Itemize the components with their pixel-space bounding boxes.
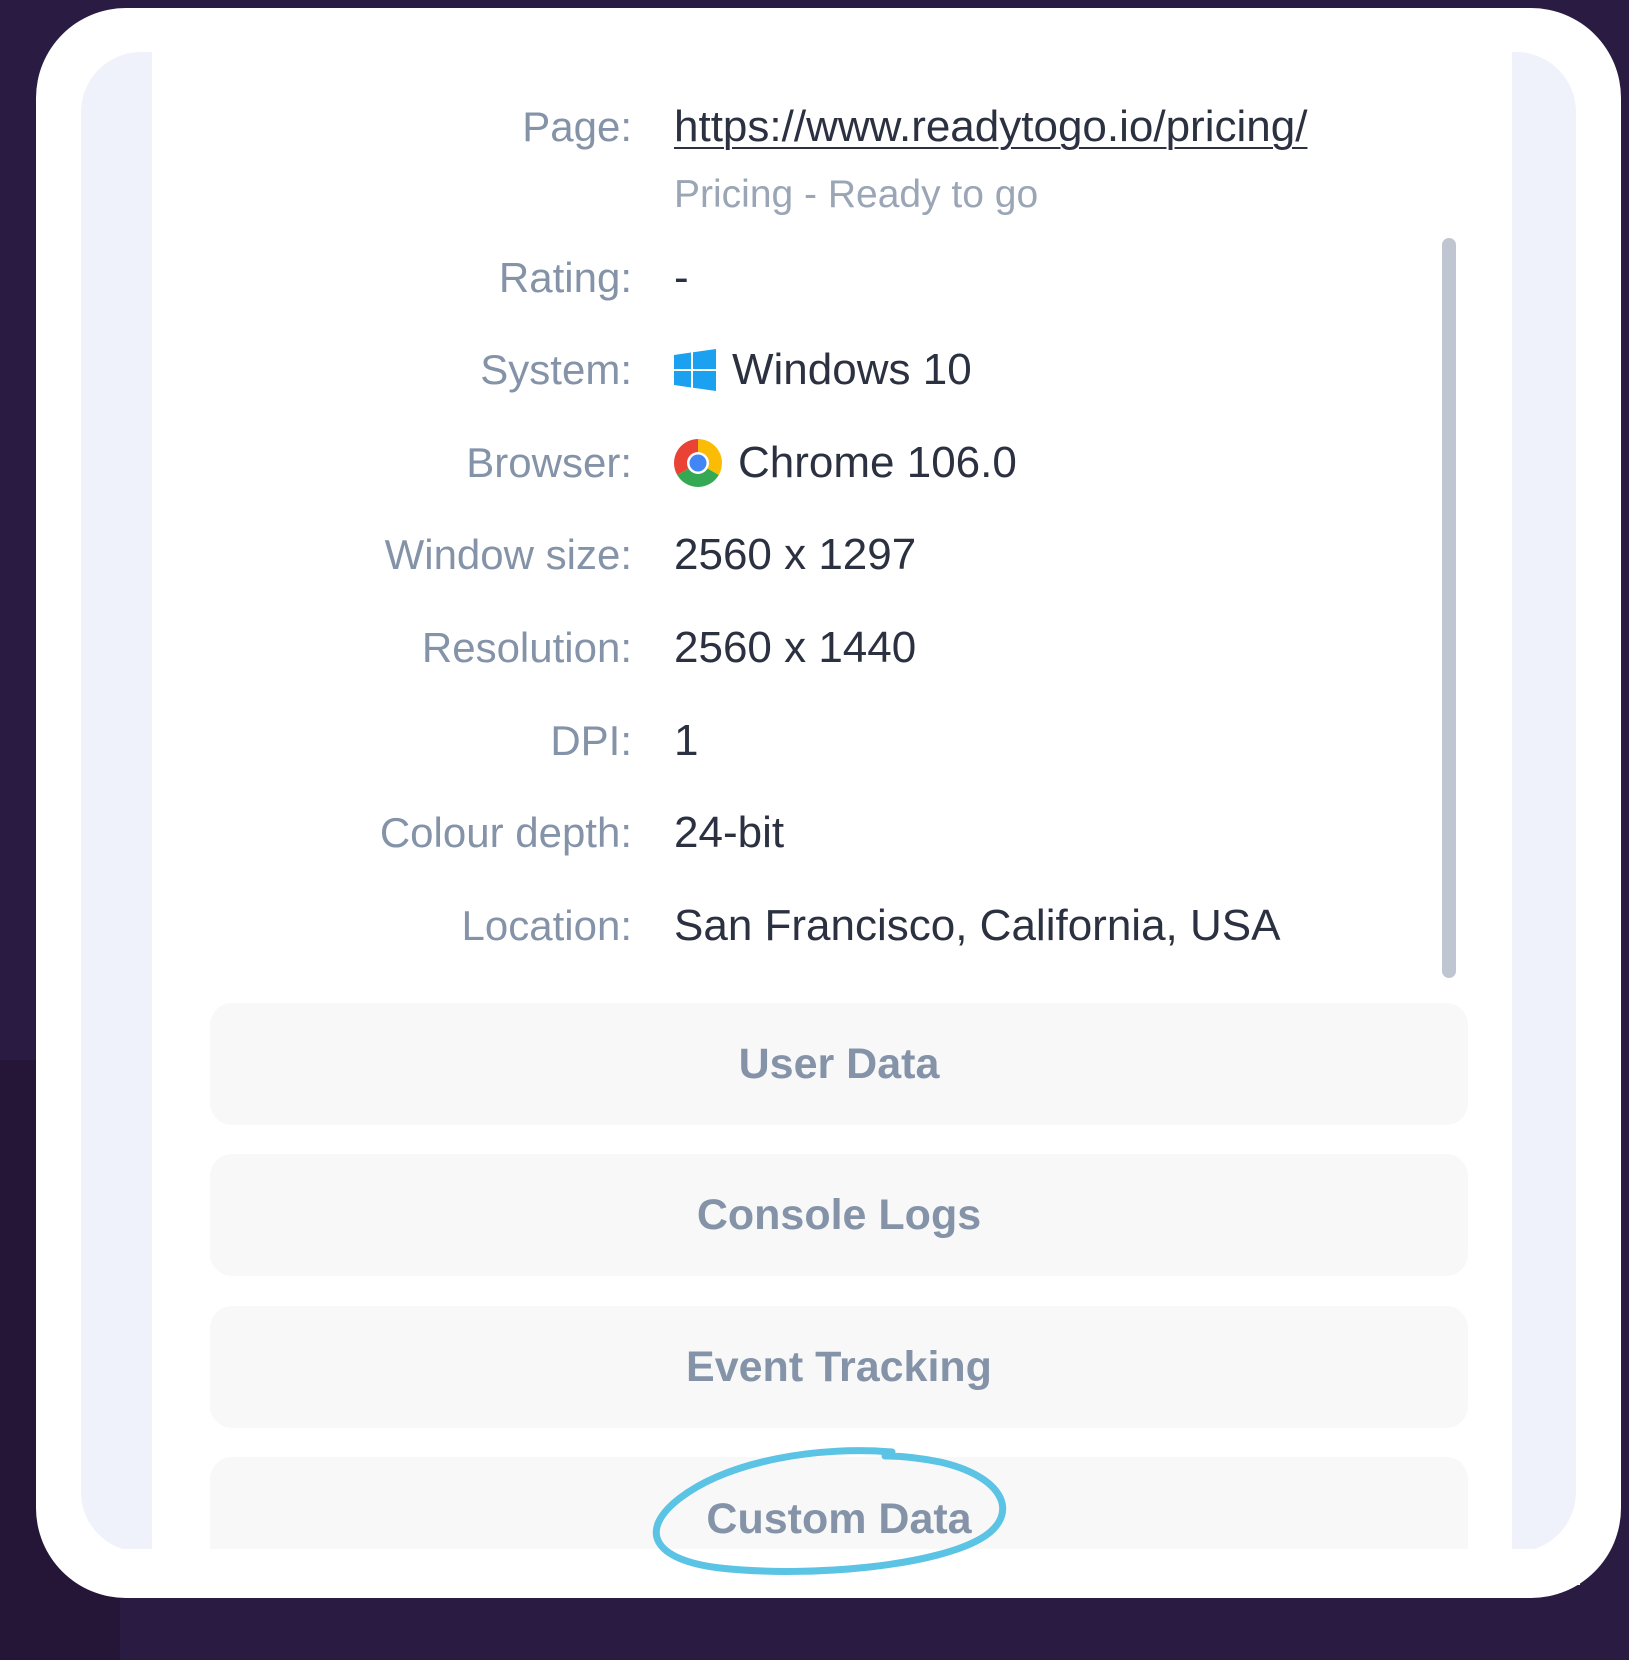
system-label: System: xyxy=(480,346,632,393)
user-data-button[interactable]: User Data xyxy=(210,1003,1468,1125)
chrome-icon xyxy=(674,439,722,487)
browser-label: Browser: xyxy=(466,439,632,486)
detail-row-system: System: Windows 10 xyxy=(152,340,1452,400)
system-name: Windows 10 xyxy=(732,345,972,394)
custom-data-button[interactable]: Custom Data xyxy=(210,1457,1468,1549)
detail-row-resolution: Resolution: 2560 x 1440 xyxy=(152,618,1452,678)
detail-row-colour-depth: Colour depth: 24-bit xyxy=(152,803,1452,863)
windows-icon xyxy=(674,349,716,391)
page-label: Page: xyxy=(522,103,632,150)
console-logs-button[interactable]: Console Logs xyxy=(210,1154,1468,1276)
system-value: Windows 10 xyxy=(674,340,972,400)
resolution-label: Resolution: xyxy=(421,624,632,671)
detail-row-dpi: DPI: 1 xyxy=(152,711,1452,771)
detail-row-location: Location: San Francisco, California, USA xyxy=(152,896,1452,956)
browser-value: Chrome 106.0 xyxy=(674,433,1017,493)
location-value: San Francisco, California, USA xyxy=(674,901,1281,950)
browser-name: Chrome 106.0 xyxy=(738,438,1017,487)
colour-depth-label: Colour depth: xyxy=(379,809,632,856)
page-title: Pricing - Ready to go xyxy=(674,173,1039,216)
card-bottom-edge xyxy=(80,1549,1580,1585)
dpi-label: DPI: xyxy=(550,717,632,764)
dpi-value: 1 xyxy=(674,716,699,765)
event-tracking-button[interactable]: Event Tracking xyxy=(210,1306,1468,1428)
colour-depth-value: 24-bit xyxy=(674,808,785,857)
rating-value: - xyxy=(674,253,689,302)
page-value: https://www.readytogo.io/pricing/ xyxy=(674,97,1307,157)
location-label: Location: xyxy=(461,902,632,949)
detail-row-page: Page: https://www.readytogo.io/pricing/ xyxy=(152,97,1452,157)
resolution-value: 2560 x 1440 xyxy=(674,623,917,672)
window-size-value: 2560 x 1297 xyxy=(674,530,917,579)
detail-row-rating: Rating: - xyxy=(152,248,1452,308)
detail-row-window-size: Window size: 2560 x 1297 xyxy=(152,525,1452,585)
rating-label: Rating: xyxy=(498,254,632,301)
page-url-link[interactable]: https://www.readytogo.io/pricing/ xyxy=(674,97,1307,157)
scrollbar-thumb[interactable] xyxy=(1442,238,1456,978)
detail-row-browser: Browser: Chrome 106.0 xyxy=(152,433,1452,493)
window-size-label: Window size: xyxy=(384,531,632,578)
